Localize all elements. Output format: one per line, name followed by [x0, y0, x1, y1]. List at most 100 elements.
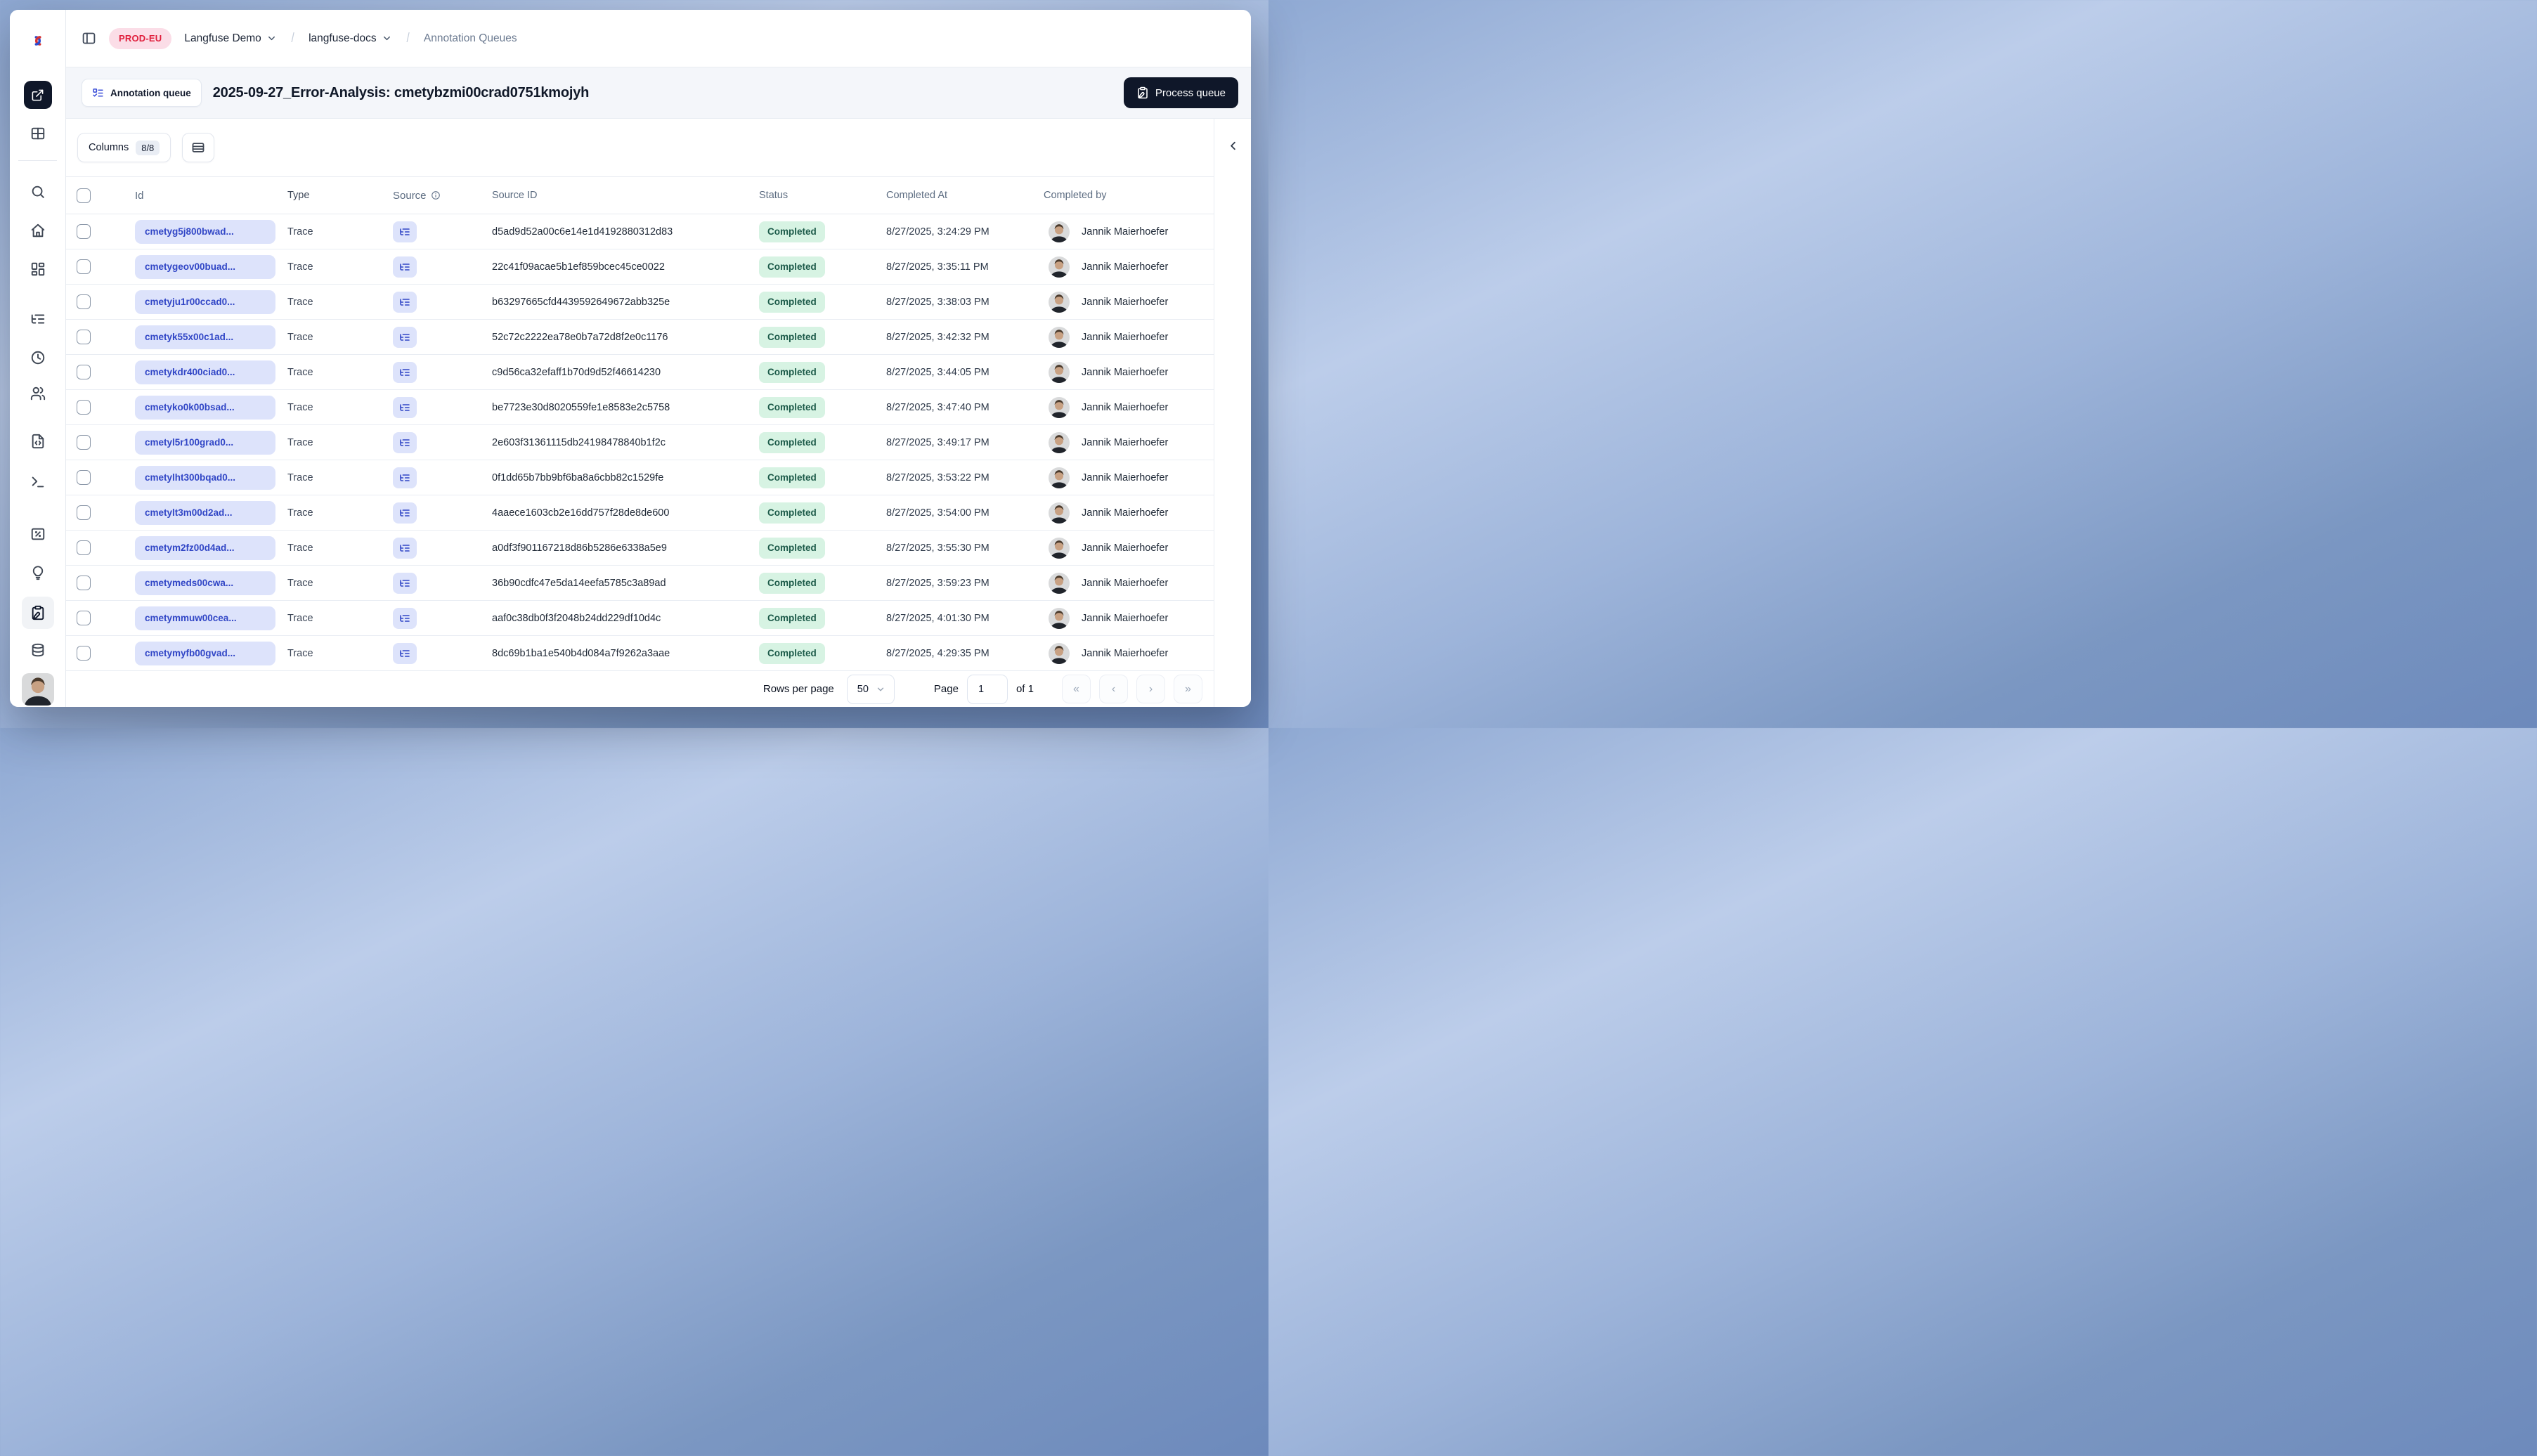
search-icon — [32, 186, 44, 198]
trace-source-icon[interactable] — [393, 291, 417, 313]
item-id-badge[interactable]: cmetyl5r100grad0... — [135, 430, 275, 455]
process-queue-button[interactable]: Process queue — [1123, 77, 1238, 108]
list-todo-icon — [93, 88, 103, 97]
select-all-checkbox[interactable] — [77, 188, 91, 203]
row-checkbox[interactable] — [77, 330, 91, 344]
row-checkbox[interactable] — [77, 611, 91, 625]
trace-source-icon[interactable] — [393, 467, 417, 488]
lightbulb-icon — [32, 566, 43, 580]
chevron-left-icon — [1230, 141, 1235, 150]
table-row[interactable]: cmetymyfb00gvad... Trace 8dc69b1ba1e540b… — [66, 636, 1214, 671]
completed-at-value: 8/27/2025, 4:29:35 PM — [886, 647, 990, 659]
table-row[interactable]: cmetymmuw00cea... Trace aaf0c38db0f3f204… — [66, 601, 1214, 636]
table-row[interactable]: cmetygeov00buad... Trace 22c41f09acae5b1… — [66, 249, 1214, 285]
org-switcher[interactable]: Langfuse Demo — [184, 32, 276, 45]
trace-source-icon[interactable] — [393, 607, 417, 629]
breadcrumb-section[interactable]: Annotation Queues — [424, 32, 517, 45]
row-checkbox[interactable] — [77, 470, 91, 485]
sidebar-item-datasets[interactable] — [30, 643, 46, 658]
trace-source-icon[interactable] — [393, 642, 417, 664]
sidebar-item-annotation-queues[interactable] — [21, 597, 54, 629]
info-icon[interactable] — [431, 190, 441, 200]
item-id-badge[interactable]: cmetyk55x00c1ad... — [135, 325, 275, 349]
trace-source-icon[interactable] — [393, 572, 417, 594]
sidebar-item-sessions[interactable] — [30, 350, 46, 365]
column-header-completed-at: Completed At — [886, 190, 948, 201]
trace-source-icon[interactable] — [393, 431, 417, 453]
trace-source-icon[interactable] — [393, 361, 417, 383]
item-id-badge[interactable]: cmetyg5j800bwad... — [135, 219, 275, 244]
columns-button[interactable]: Columns 8/8 — [77, 133, 171, 162]
row-checkbox[interactable] — [77, 294, 91, 309]
last-page-button[interactable]: » — [1174, 675, 1202, 703]
environment-badge[interactable]: PROD-EU — [109, 27, 172, 49]
row-checkbox[interactable] — [77, 540, 91, 555]
first-page-button[interactable]: « — [1062, 675, 1091, 703]
project-switcher[interactable]: langfuse-docs — [309, 32, 392, 45]
sidebar-item-prompts[interactable] — [30, 434, 46, 449]
trace-source-icon[interactable] — [393, 537, 417, 559]
row-checkbox[interactable] — [77, 505, 91, 520]
expand-panel-button[interactable] — [1223, 136, 1242, 155]
rows-per-page-select[interactable]: 50 — [846, 674, 895, 704]
sidebar-item-evaluation[interactable] — [30, 526, 46, 542]
item-id-badge[interactable]: cmetykdr400ciad0... — [135, 360, 275, 384]
item-type: Trace — [287, 401, 313, 413]
row-checkbox[interactable] — [77, 365, 91, 379]
row-checkbox[interactable] — [77, 435, 91, 450]
item-id-badge[interactable]: cmetymeds00cwa... — [135, 571, 275, 595]
row-checkbox[interactable] — [77, 576, 91, 590]
sidebar-item-traces[interactable] — [30, 311, 46, 327]
open-in-new-button[interactable] — [23, 81, 52, 109]
table-row[interactable]: cmetyju1r00ccad0... Trace b63297665cfd44… — [66, 285, 1214, 320]
item-id-badge[interactable]: cmetym2fz00d4ad... — [135, 535, 275, 560]
row-height-button[interactable] — [182, 133, 215, 162]
completed-by-name: Jannik Maierhoefer — [1082, 296, 1169, 308]
item-id-badge[interactable]: cmetyju1r00ccad0... — [135, 290, 275, 314]
item-id-badge[interactable]: cmetygeov00buad... — [135, 254, 275, 279]
sidebar-item-users[interactable] — [30, 386, 46, 401]
table-row[interactable]: cmetyl5r100grad0... Trace 2e603f31361115… — [66, 425, 1214, 460]
item-type: Trace — [287, 366, 313, 378]
row-checkbox[interactable] — [77, 400, 91, 415]
trace-source-icon[interactable] — [393, 396, 417, 418]
sidebar-item-insights[interactable] — [30, 565, 46, 580]
item-type: Trace — [287, 296, 313, 308]
table-row[interactable]: cmetykdr400ciad0... Trace c9d56ca32efaff… — [66, 355, 1214, 390]
row-checkbox[interactable] — [77, 224, 91, 239]
item-id-badge[interactable]: cmetylht300bqad0... — [135, 465, 275, 490]
sidebar-item-home[interactable] — [30, 223, 46, 238]
completed-at-value: 8/27/2025, 3:53:22 PM — [886, 472, 990, 483]
sidebar-item-playground[interactable] — [30, 474, 46, 490]
sidebar-item-tables[interactable] — [30, 126, 46, 141]
toggle-sidebar-button[interactable] — [82, 31, 96, 46]
trace-source-icon[interactable] — [393, 256, 417, 278]
table-row[interactable]: cmetymeds00cwa... Trace 36b90cdfc47e5da1… — [66, 566, 1214, 601]
row-checkbox[interactable] — [77, 259, 91, 274]
status-badge: Completed — [759, 221, 825, 242]
previous-page-button[interactable]: ‹ — [1099, 675, 1128, 703]
item-id-badge[interactable]: cmetymmuw00cea... — [135, 606, 275, 630]
list-tree-icon — [400, 403, 410, 411]
row-checkbox[interactable] — [77, 646, 91, 661]
trace-source-icon[interactable] — [393, 221, 417, 242]
process-queue-label: Process queue — [1155, 86, 1226, 99]
item-id-badge[interactable]: cmetylt3m00d2ad... — [135, 500, 275, 525]
table-row[interactable]: cmetylht300bqad0... Trace 0f1dd65b7bb9bf… — [66, 460, 1214, 495]
page-number-input[interactable] — [966, 674, 1008, 704]
table-row[interactable]: cmetyko0k00bsad... Trace be7723e30d80205… — [66, 390, 1214, 425]
trace-source-icon[interactable] — [393, 502, 417, 524]
table-row[interactable]: cmetym2fz00d4ad... Trace a0df3f901167218… — [66, 531, 1214, 566]
sidebar-item-search[interactable] — [30, 184, 46, 200]
item-id-badge[interactable]: cmetymyfb00gvad... — [135, 641, 275, 665]
item-type: Trace — [287, 472, 313, 483]
item-id-badge[interactable]: cmetyko0k00bsad... — [135, 395, 275, 420]
annotation-queue-badge[interactable]: Annotation queue — [82, 79, 202, 107]
trace-source-icon[interactable] — [393, 326, 417, 348]
sidebar-item-dashboards[interactable] — [30, 261, 46, 277]
user-avatar[interactable] — [21, 673, 54, 706]
table-row[interactable]: cmetyk55x00c1ad... Trace 52c72c2222ea78e… — [66, 320, 1214, 355]
next-page-button[interactable]: › — [1136, 675, 1165, 703]
table-row[interactable]: cmetylt3m00d2ad... Trace 4aaece1603cb2e1… — [66, 495, 1214, 531]
table-row[interactable]: cmetyg5j800bwad... Trace d5ad9d52a00c6e1… — [66, 214, 1214, 249]
